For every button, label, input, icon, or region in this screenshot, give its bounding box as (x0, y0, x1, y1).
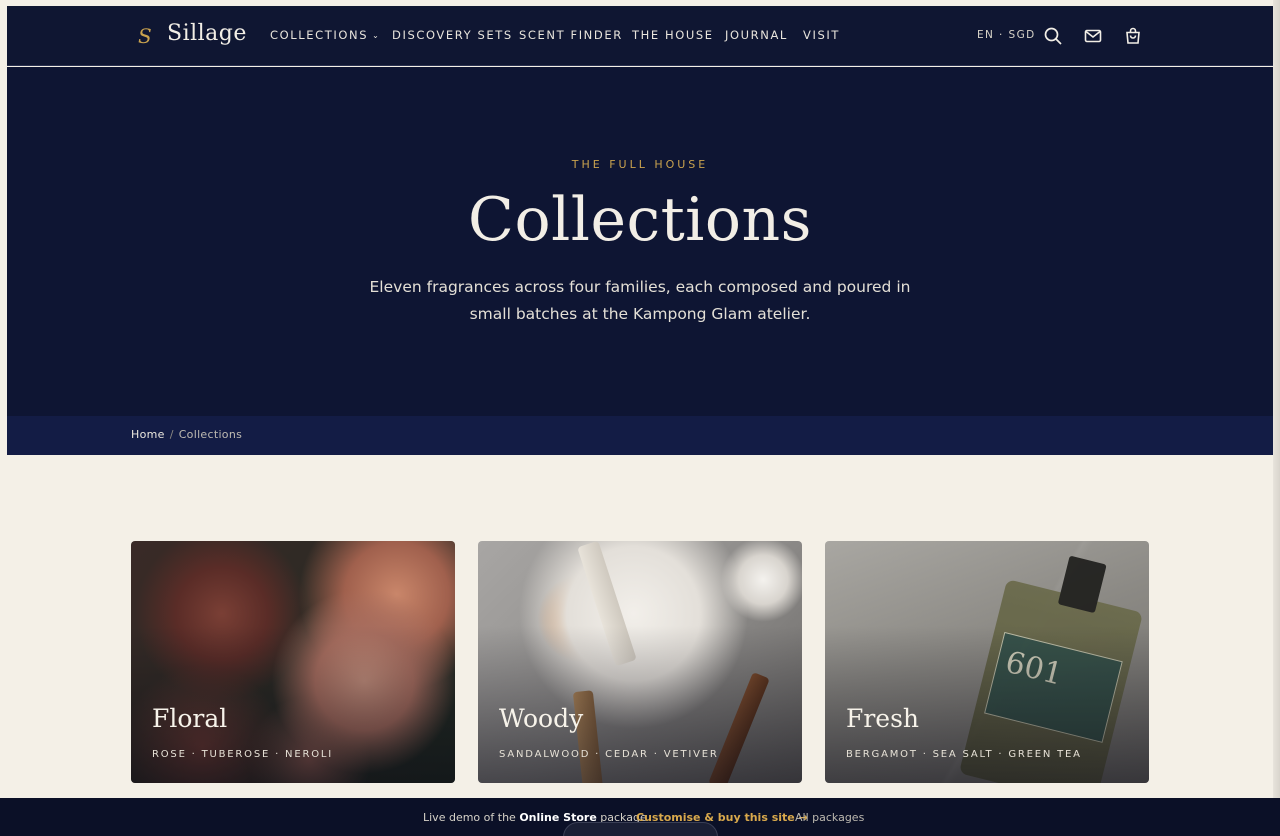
site-header: S Sillage COLLECTIONS ⌄ DISCOVERY SETS SC… (7, 6, 1273, 66)
card-title: Fresh (846, 704, 920, 733)
scroll-shadow (1273, 0, 1280, 836)
card-title: Floral (152, 704, 228, 733)
card-notes: SANDALWOOD · CEDAR · VETIVER (499, 749, 719, 760)
demo-prefix: Live demo of the (423, 811, 520, 824)
all-packages-link[interactable]: All packages (795, 811, 864, 824)
card-notes: BERGAMOT · SEA SALT · GREEN TEA (846, 749, 1082, 760)
breadcrumb-home[interactable]: Home (131, 428, 165, 441)
mail-icon[interactable] (1083, 26, 1103, 46)
logo-mark[interactable]: S (138, 24, 152, 48)
locale-switcher[interactable]: EN · SGD (977, 29, 1036, 41)
card-overlay (825, 541, 1149, 783)
chevron-down-icon: ⌄ (372, 31, 381, 40)
breadcrumb-separator: / (169, 428, 174, 441)
page-title: Collections (468, 185, 812, 255)
floating-dock[interactable] (563, 822, 718, 836)
nav-discovery-sets[interactable]: DISCOVERY SETS (392, 28, 513, 42)
collection-card-fresh[interactable]: 601 Fresh BERGAMOT · SEA SALT · GREEN TE… (825, 541, 1149, 783)
breadcrumb-current: Collections (178, 428, 243, 441)
nav-scent-finder[interactable]: SCENT FINDER (519, 28, 623, 42)
logo-wordmark[interactable]: Sillage (167, 21, 247, 46)
nav-journal[interactable]: JOURNAL (725, 28, 788, 42)
bag-icon[interactable] (1123, 26, 1143, 46)
search-icon[interactable] (1043, 26, 1063, 46)
card-overlay (131, 541, 455, 783)
hero-section: THE FULL HOUSE Collections Eleven fragra… (7, 67, 1273, 416)
nav-collections-label: COLLECTIONS (270, 28, 369, 42)
nav-visit[interactable]: VISIT (803, 28, 840, 42)
breadcrumb-bar: Home / Collections (7, 416, 1273, 455)
nav-the-house[interactable]: THE HOUSE (632, 28, 714, 42)
card-title: Woody (499, 704, 584, 733)
hero-description: Eleven fragrances across four families, … (369, 278, 911, 323)
collection-card-woody[interactable]: Woody SANDALWOOD · CEDAR · VETIVER (478, 541, 802, 783)
collection-card-floral[interactable]: Floral ROSE · TUBEROSE · NEROLI (131, 541, 455, 783)
hero-eyebrow: THE FULL HOUSE (571, 158, 709, 171)
card-notes: ROSE · TUBEROSE · NEROLI (152, 749, 333, 760)
nav-collections[interactable]: COLLECTIONS ⌄ (270, 28, 380, 42)
breadcrumb: Home / Collections (131, 428, 242, 441)
card-overlay (478, 541, 802, 783)
